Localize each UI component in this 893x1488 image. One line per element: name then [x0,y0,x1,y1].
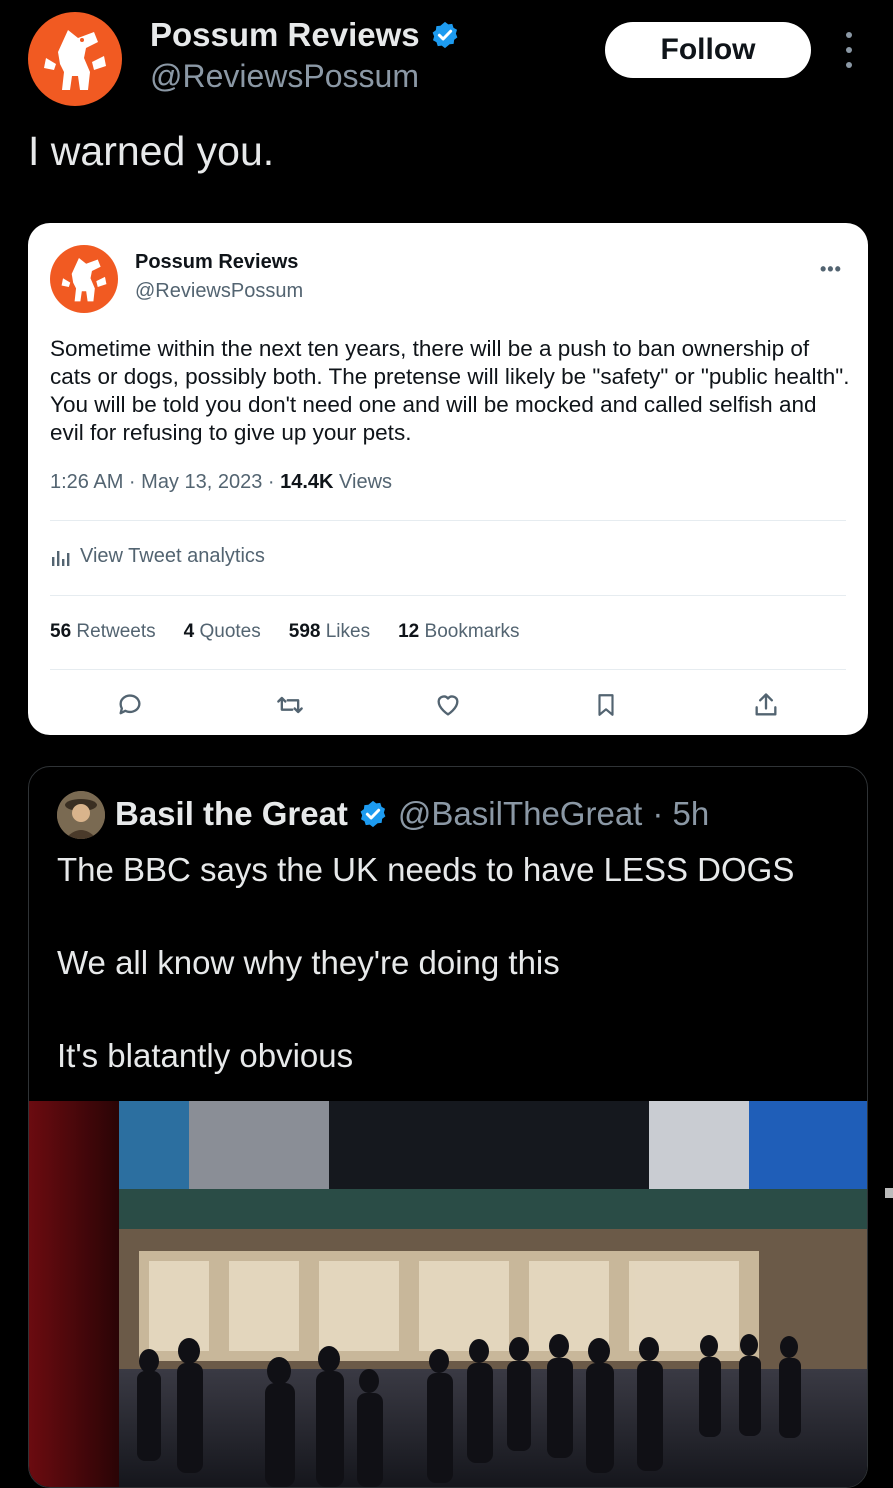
card-more-icon: ••• [820,259,842,279]
possum-logo-icon [44,30,106,90]
user-portrait-icon [57,791,105,839]
retweet-icon [270,685,310,725]
avatar[interactable] [28,12,122,106]
card-action-bar [28,685,868,725]
embedded-text-line: We all know why they're doing this [57,944,560,981]
embedded-author-handle[interactable]: @BasilTheGreat [398,795,642,833]
embedded-timestamp[interactable]: · 5h [652,795,709,833]
more-options-icon[interactable] [835,32,863,68]
divider [50,669,846,670]
card-author-name: Possum Reviews [135,251,299,273]
embedded-text-line: The BBC says the UK needs to have LESS D… [57,851,795,888]
stat-likes: 598 Likes [288,621,371,642]
stat-retweets: 56 Retweets [50,621,156,642]
stat-bookmarks: 12 Bookmarks [398,621,520,642]
like-heart-icon [428,685,468,725]
card-avatar [50,245,118,313]
stat-quotes: 4 Quotes [183,621,261,642]
card-author-handle: @ReviewsPossum [135,280,304,302]
card-stats-row: 56 Retweets 4 Quotes 598 Likes 12 Bookma… [50,621,520,643]
verified-badge-icon [432,21,457,49]
share-icon [746,685,786,725]
quoted-screenshot-card: Possum Reviews @ReviewsPossum ••• Someti… [28,223,868,735]
verified-badge-icon [360,800,386,828]
author-name-row[interactable]: Possum Reviews [150,16,460,54]
avatar[interactable] [57,791,105,839]
video-thumbnail[interactable] [29,1101,867,1487]
card-timestamp: 1:26 AM · May 13, 2023 · 14.4K Views [50,471,392,494]
embedded-quote-tweet[interactable]: Basil the Great @BasilTheGreat · 5h The … [28,766,868,1488]
scrollbar-thumb[interactable] [885,1188,893,1198]
card-views-count: 14.4K [280,471,334,493]
follow-button[interactable]: Follow [605,22,811,78]
card-analytics-link: View Tweet analytics [50,545,265,568]
embedded-author-row: Basil the Great @BasilTheGreat · 5h [115,795,709,833]
street-scene-image [29,1101,867,1487]
tweet-text: I warned you. [28,128,275,174]
card-views-label: Views [333,471,393,493]
author-name[interactable]: Possum Reviews [150,16,420,54]
embedded-author-name[interactable]: Basil the Great [115,795,348,833]
embedded-text-line: It's blatantly obvious [57,1037,354,1074]
reply-icon [110,685,150,725]
bookmark-icon [586,685,626,725]
possum-logo-icon [61,258,107,302]
analytics-bars-icon [52,550,70,566]
author-handle[interactable]: @ReviewsPossum [150,58,419,95]
analytics-label: View Tweet analytics [80,545,265,567]
card-time: 1:26 AM · May 13, 2023 · [50,471,281,493]
divider [50,595,846,596]
card-body-text: Sometime within the next ten years, ther… [50,336,850,445]
divider [50,520,846,521]
